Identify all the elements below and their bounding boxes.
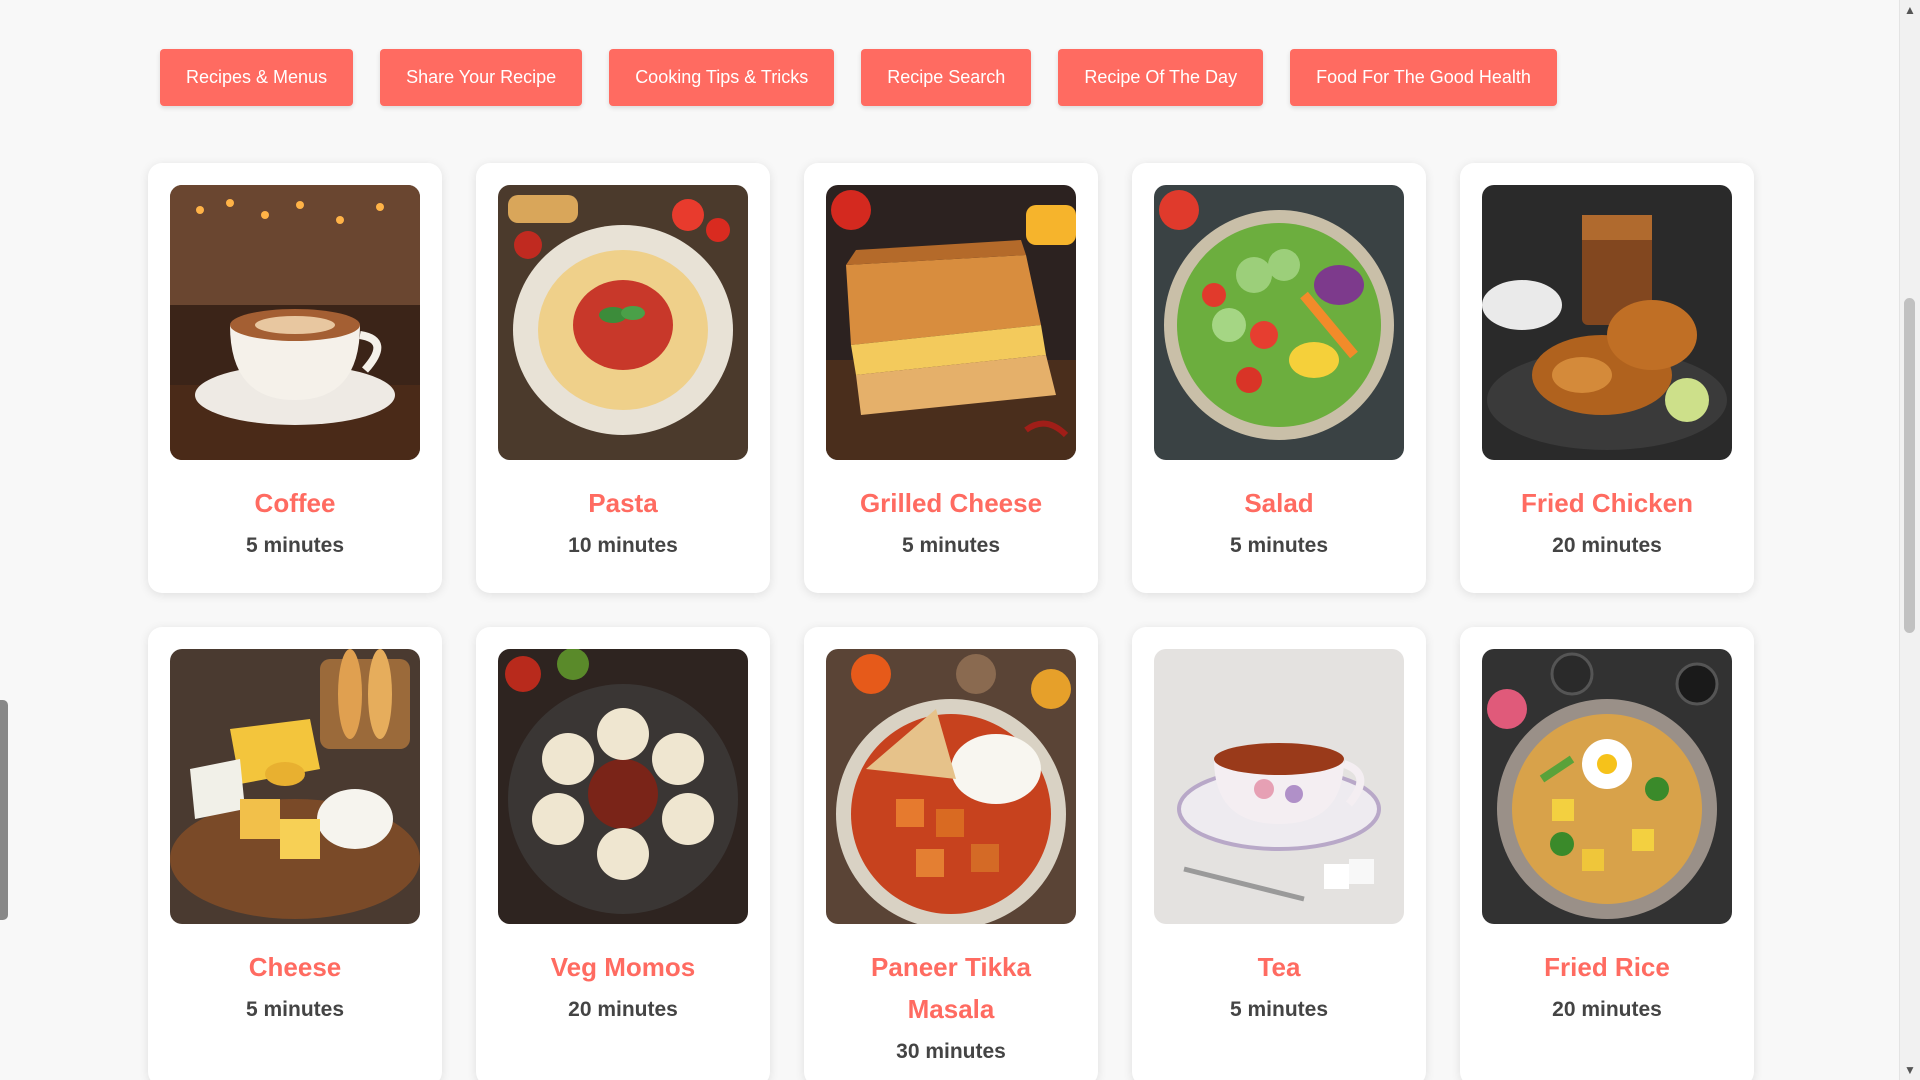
recipe-card-paneer-tikka-masala[interactable]: Paneer Tikka Masala 30 minutes <box>804 627 1098 1080</box>
recipe-card-salad[interactable]: Salad 5 minutes <box>1132 163 1426 593</box>
side-drag-handle[interactable] <box>0 700 8 920</box>
recipe-grid: Coffee 5 minutes Pasta 10 minutes Grille… <box>148 163 1754 1080</box>
nav-share-recipe-button[interactable]: Share Your Recipe <box>380 49 583 106</box>
nav-recipe-search-button[interactable]: Recipe Search <box>861 49 1032 106</box>
recipe-title[interactable]: Salad <box>1154 482 1404 524</box>
recipe-time: 5 minutes <box>245 998 345 1021</box>
recipe-card-fried-rice[interactable]: Fried Rice 20 minutes <box>1460 627 1754 1080</box>
recipe-time: 5 minutes <box>245 534 345 557</box>
veg-momos-image[interactable] <box>498 649 748 924</box>
recipe-title[interactable]: Tea <box>1154 946 1404 988</box>
vertical-scrollbar[interactable]: ▲ ▼ <box>1899 0 1920 1080</box>
recipe-time: 5 minutes <box>1229 534 1329 557</box>
recipe-time: 5 minutes <box>901 534 1001 557</box>
nav-recipes-menus-button[interactable]: Recipes & Menus <box>160 49 354 106</box>
top-nav: Recipes & Menus Share Your Recipe Cookin… <box>160 49 1557 106</box>
recipe-page: Recipes & Menus Share Your Recipe Cookin… <box>0 0 1900 1080</box>
grilled-cheese-image[interactable] <box>826 185 1076 460</box>
recipe-title[interactable]: Paneer Tikka Masala <box>826 946 1076 1030</box>
recipe-title[interactable]: Fried Rice <box>1482 946 1732 988</box>
recipe-time: 20 minutes <box>1552 998 1662 1021</box>
scroll-up-arrow-icon[interactable]: ▲ <box>1904 3 1916 17</box>
recipe-time: 10 minutes <box>568 534 678 557</box>
scroll-down-arrow-icon[interactable]: ▼ <box>1904 1063 1916 1077</box>
salad-image[interactable] <box>1154 185 1404 460</box>
recipe-title[interactable]: Coffee <box>170 482 420 524</box>
recipe-card-tea[interactable]: Tea 5 minutes <box>1132 627 1426 1080</box>
recipe-title[interactable]: Cheese <box>170 946 420 988</box>
recipe-title[interactable]: Fried Chicken <box>1482 482 1732 524</box>
recipe-time: 20 minutes <box>568 998 678 1021</box>
recipe-card-veg-momos[interactable]: Veg Momos 20 minutes <box>476 627 770 1080</box>
recipe-card-cheese[interactable]: Cheese 5 minutes <box>148 627 442 1080</box>
pasta-image[interactable] <box>498 185 748 460</box>
recipe-card-grilled-cheese[interactable]: Grilled Cheese 5 minutes <box>804 163 1098 593</box>
recipe-title[interactable]: Grilled Cheese <box>826 482 1076 524</box>
nav-recipe-of-day-button[interactable]: Recipe Of The Day <box>1058 49 1264 106</box>
nav-good-health-button[interactable]: Food For The Good Health <box>1290 49 1557 106</box>
paneer-tikka-masala-image[interactable] <box>826 649 1076 924</box>
recipe-card-coffee[interactable]: Coffee 5 minutes <box>148 163 442 593</box>
scrollbar-thumb[interactable] <box>1904 298 1915 633</box>
fried-rice-image[interactable] <box>1482 649 1732 924</box>
coffee-image[interactable] <box>170 185 420 460</box>
recipe-time: 30 minutes <box>896 1040 1006 1063</box>
fried-chicken-image[interactable] <box>1482 185 1732 460</box>
recipe-time: 20 minutes <box>1552 534 1662 557</box>
tea-image[interactable] <box>1154 649 1404 924</box>
recipe-card-fried-chicken[interactable]: Fried Chicken 20 minutes <box>1460 163 1754 593</box>
recipe-title[interactable]: Pasta <box>498 482 748 524</box>
cheese-image[interactable] <box>170 649 420 924</box>
recipe-time: 5 minutes <box>1229 998 1329 1021</box>
recipe-title[interactable]: Veg Momos <box>498 946 748 988</box>
nav-cooking-tips-button[interactable]: Cooking Tips & Tricks <box>609 49 835 106</box>
recipe-card-pasta[interactable]: Pasta 10 minutes <box>476 163 770 593</box>
